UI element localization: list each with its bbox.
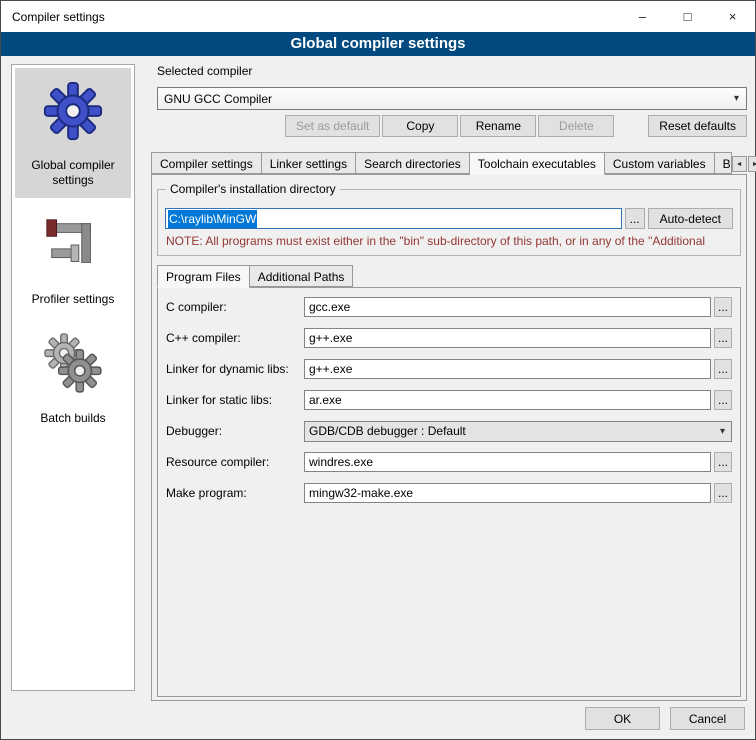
selected-compiler-dropdown[interactable]: GNU GCC Compiler ▾: [157, 87, 747, 110]
linker-dynamic-label: Linker for dynamic libs:: [166, 362, 304, 376]
installation-directory-group-title: Compiler's installation directory: [166, 182, 340, 196]
cpp-compiler-browse-button[interactable]: ...: [714, 328, 732, 348]
sidebar-item-label: Batch builds: [40, 411, 105, 426]
linker-static-value: ar.exe: [309, 393, 342, 407]
c-compiler-browse-button[interactable]: ...: [714, 297, 732, 317]
blue-gear-icon: [42, 80, 104, 142]
maximize-icon: □: [684, 9, 692, 24]
dialog-footer: OK Cancel: [585, 707, 745, 730]
make-program-value: mingw32-make.exe: [309, 486, 413, 500]
bin-subdirectory-note: NOTE: All programs must exist either in …: [166, 234, 733, 248]
tab-scroll-controls: ◄ ►: [732, 156, 756, 172]
settings-category-sidebar: Global compiler settings Profiler settin…: [11, 64, 135, 691]
subtab-program-files[interactable]: Program Files: [157, 265, 250, 288]
c-compiler-label: C compiler:: [166, 300, 304, 314]
resource-compiler-value: windres.exe: [309, 455, 373, 469]
chevron-down-icon: ▾: [720, 426, 731, 437]
program-files-panel: C compiler: gcc.exe ... C++ compiler: g+…: [157, 287, 741, 697]
selected-compiler-value: GNU GCC Compiler: [164, 92, 272, 106]
close-button[interactable]: ×: [710, 1, 755, 32]
reset-defaults-button[interactable]: Reset defaults: [648, 115, 747, 137]
make-program-label: Make program:: [166, 486, 304, 500]
field-row-c-compiler: C compiler: gcc.exe ...: [166, 297, 732, 317]
installation-directory-selected-text: C:\raylib\MinGW: [168, 210, 257, 228]
resource-compiler-label: Resource compiler:: [166, 455, 304, 469]
program-files-tab-strip: Program Files Additional Paths: [157, 265, 741, 287]
tab-scroll-right-icon[interactable]: ►: [748, 156, 756, 172]
subtab-additional-paths[interactable]: Additional Paths: [250, 265, 354, 287]
sidebar-item-global-compiler-settings[interactable]: Global compiler settings: [15, 68, 131, 198]
compiler-settings-window: Compiler settings – □ × Global compiler …: [0, 0, 756, 740]
compiler-action-buttons: Set as default Copy Rename Delete Reset …: [157, 115, 747, 137]
debugger-label: Debugger:: [166, 424, 304, 438]
linker-dynamic-browse-button[interactable]: ...: [714, 359, 732, 379]
make-program-input[interactable]: mingw32-make.exe: [304, 483, 711, 503]
sidebar-item-label: Global compiler settings: [17, 158, 129, 188]
tab-toolchain-executables[interactable]: Toolchain executables: [470, 152, 605, 175]
dialog-content: Global compiler settings Profiler settin…: [1, 56, 755, 739]
gray-gears-icon: [42, 333, 104, 395]
auto-detect-button[interactable]: Auto-detect: [648, 208, 733, 229]
linker-static-label: Linker for static libs:: [166, 393, 304, 407]
c-compiler-value: gcc.exe: [309, 300, 350, 314]
delete-button[interactable]: Delete: [538, 115, 614, 137]
chevron-down-icon: ▾: [734, 93, 746, 104]
tab-search-directories[interactable]: Search directories: [356, 152, 470, 174]
cancel-button[interactable]: Cancel: [670, 707, 745, 730]
sidebar-item-batch-builds[interactable]: Batch builds: [15, 321, 131, 436]
cpp-compiler-label: C++ compiler:: [166, 331, 304, 345]
copy-button[interactable]: Copy: [382, 115, 458, 137]
maximize-button[interactable]: □: [665, 1, 710, 32]
field-row-debugger: Debugger: GDB/CDB debugger : Default ▾: [166, 421, 732, 441]
c-compiler-input[interactable]: gcc.exe: [304, 297, 711, 317]
installation-directory-input[interactable]: C:\raylib\MinGW: [165, 208, 622, 229]
page-title: Global compiler settings: [1, 32, 755, 56]
linker-dynamic-value: g++.exe: [309, 362, 352, 376]
installation-directory-browse-button[interactable]: ...: [625, 208, 645, 229]
settings-tab-strip: Compiler settings Linker settings Search…: [151, 151, 747, 174]
installation-directory-groupbox: Compiler's installation directory C:\ray…: [157, 189, 741, 256]
field-row-make-program: Make program: mingw32-make.exe ...: [166, 483, 732, 503]
profiler-clamp-icon: [42, 214, 104, 276]
selected-compiler-label: Selected compiler: [157, 64, 747, 79]
resource-compiler-input[interactable]: windres.exe: [304, 452, 711, 472]
rename-button[interactable]: Rename: [460, 115, 536, 137]
cpp-compiler-input[interactable]: g++.exe: [304, 328, 711, 348]
tab-build-options-clipped[interactable]: Buil: [715, 152, 732, 174]
debugger-value: GDB/CDB debugger : Default: [309, 424, 466, 438]
linker-static-browse-button[interactable]: ...: [714, 390, 732, 410]
cpp-compiler-value: g++.exe: [309, 331, 352, 345]
installation-directory-row: C:\raylib\MinGW ... Auto-detect: [165, 208, 733, 229]
ok-button[interactable]: OK: [585, 707, 660, 730]
linker-static-input[interactable]: ar.exe: [304, 390, 711, 410]
tab-scroll-left-icon[interactable]: ◄: [732, 156, 747, 172]
field-row-linker-dynamic: Linker for dynamic libs: g++.exe ...: [166, 359, 732, 379]
minimize-button[interactable]: –: [620, 1, 665, 32]
set-as-default-button[interactable]: Set as default: [285, 115, 380, 137]
minimize-icon: –: [639, 9, 646, 24]
titlebar: Compiler settings – □ ×: [1, 1, 755, 32]
field-row-resource-compiler: Resource compiler: windres.exe ...: [166, 452, 732, 472]
resource-compiler-browse-button[interactable]: ...: [714, 452, 732, 472]
field-row-linker-static: Linker for static libs: ar.exe ...: [166, 390, 732, 410]
tab-custom-variables[interactable]: Custom variables: [605, 152, 715, 174]
tab-linker-settings[interactable]: Linker settings: [262, 152, 356, 174]
global-compiler-settings-pane: Selected compiler GNU GCC Compiler ▾ Set…: [151, 64, 747, 701]
make-program-browse-button[interactable]: ...: [714, 483, 732, 503]
window-title: Compiler settings: [1, 10, 620, 24]
debugger-dropdown[interactable]: GDB/CDB debugger : Default ▾: [304, 421, 732, 442]
field-row-cpp-compiler: C++ compiler: g++.exe ...: [166, 328, 732, 348]
sidebar-item-label: Profiler settings: [32, 292, 115, 307]
tab-compiler-settings[interactable]: Compiler settings: [151, 152, 262, 174]
linker-dynamic-input[interactable]: g++.exe: [304, 359, 711, 379]
toolchain-executables-panel: Compiler's installation directory C:\ray…: [151, 174, 747, 701]
sidebar-item-profiler-settings[interactable]: Profiler settings: [15, 202, 131, 317]
close-icon: ×: [729, 9, 737, 24]
